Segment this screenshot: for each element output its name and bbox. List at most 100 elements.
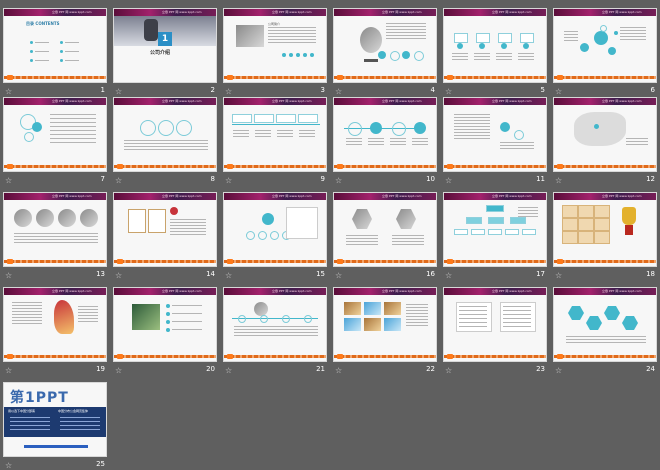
slide-preview[interactable]: 立鼎 PPT 网 www.1ppt.com — [443, 287, 547, 362]
grid-photo — [344, 302, 361, 315]
slide-preview[interactable]: 立鼎 PPT 网 www.1ppt.com — [333, 287, 437, 362]
slide-header-text: 立鼎 PPT 网 www.1ppt.com — [492, 10, 532, 14]
slide-preview[interactable]: 立鼎 PPT 网 www.1ppt.com — [443, 192, 547, 267]
map-shape — [574, 112, 626, 146]
slide-number: 21 — [316, 365, 325, 373]
slide-thumbnail[interactable]: 立鼎 PPT 网 www.1ppt.com ☆ 24 — [553, 287, 657, 375]
slide-preview[interactable]: 立鼎 PPT 网 www.1ppt.com — [3, 97, 107, 172]
text-line — [368, 141, 384, 142]
slide-thumbnail[interactable]: 立鼎 PPT 网 www.1ppt.com ☆ 14 — [113, 192, 217, 280]
toc-bullet — [60, 50, 63, 53]
circle-shape — [260, 315, 268, 323]
slide-preview[interactable]: 立鼎 PPT 网 www.1ppt.com — [223, 287, 327, 362]
text-line — [454, 138, 490, 139]
slide-thumbnail[interactable]: 立鼎 PPT 网 www.1ppt.com ☆ 9 — [223, 97, 327, 185]
slide-thumbnail[interactable]: 立鼎 PPT 网 www.1ppt.com ☆ 21 — [223, 287, 327, 375]
slide-thumbnail[interactable]: 立鼎 PPT 网 www.1ppt.com ☆ 8 — [113, 97, 217, 185]
slide-preview[interactable]: 立鼎 PPT 网 www.1ppt.com — [553, 8, 657, 83]
grid-photo — [364, 318, 381, 331]
slide-thumbnail[interactable]: 立鼎 PPT 网 www.1ppt.com ☆ 20 — [113, 287, 217, 375]
text-line — [234, 335, 318, 336]
org-node — [510, 217, 526, 224]
text-line — [14, 233, 98, 234]
text-line — [277, 136, 293, 137]
certificate — [148, 209, 166, 233]
slide-preview[interactable]: 立鼎 PPT 网 www.1ppt.com 1 公司介绍 — [113, 8, 217, 83]
slide-preview[interactable]: 立鼎 PPT 网 www.1ppt.com — [113, 287, 217, 362]
text-line — [406, 319, 428, 320]
slide-thumbnail[interactable]: 立鼎 PPT 网 www.1ppt.com ☆ 7 — [3, 97, 107, 185]
slide-thumbnail[interactable]: 立鼎 PPT 网 www.1ppt.com ☆ 17 — [443, 192, 547, 280]
text-line — [564, 34, 578, 35]
star-icon: ☆ — [445, 366, 453, 375]
slide-preview[interactable]: 立鼎 PPT 网 www.1ppt.com — [333, 97, 437, 172]
text-line — [268, 42, 316, 43]
text-line — [503, 310, 531, 311]
slide-thumbnail[interactable]: 立鼎 PPT 网 www.1ppt.com ☆ 4 — [333, 8, 437, 96]
slide-footer-bar — [114, 260, 216, 263]
slide-thumbnail[interactable]: 立鼎 PPT 网 www.1ppt.com ☆ 5 — [443, 8, 547, 96]
slide-preview[interactable]: 立鼎 PPT 网 www.1ppt.com — [113, 192, 217, 267]
slide-thumbnail[interactable]: 立鼎 PPT 网 www.1ppt.com ☆ 6 — [553, 8, 657, 96]
text-line — [172, 329, 202, 330]
cover-label: 中国分布公会网页集体 — [58, 409, 89, 413]
slide-thumbnail[interactable]: 立鼎 PPT 网 www.1ppt.com ☆ 12 — [553, 97, 657, 185]
circle-shape — [378, 51, 386, 59]
slide-preview[interactable]: 第1PPT 用以选下中国分部客 中国分布公会网页集体 — [3, 382, 107, 457]
text-line — [518, 216, 538, 217]
slide-preview[interactable]: 立鼎 PPT 网 www.1ppt.com — [553, 97, 657, 172]
text-line — [503, 314, 531, 315]
slide-header-text: 立鼎 PPT 网 www.1ppt.com — [272, 10, 312, 14]
slide-footer-bar — [444, 165, 546, 168]
circle-shape — [348, 122, 362, 136]
slide-header-text: 立鼎 PPT 网 www.1ppt.com — [52, 289, 92, 293]
slide-thumbnail[interactable]: 立鼎 PPT 网 www.1ppt.com ☆ 16 — [333, 192, 437, 280]
slide-thumbnail[interactable]: 立鼎 PPT 网 www.1ppt.com 1 公司介绍 ☆ 2 — [113, 8, 217, 96]
slide-preview[interactable]: 立鼎 PPT 网 www.1ppt.com 公司简介 — [223, 8, 327, 83]
slide-thumbnail[interactable]: 立鼎 PPT 网 www.1ppt.com ☆ 13 — [3, 192, 107, 280]
slide-preview[interactable]: 立鼎 PPT 网 www.1ppt.com — [223, 192, 327, 267]
text-line — [566, 339, 646, 340]
slide-number: 23 — [536, 365, 545, 373]
slide-preview[interactable]: 立鼎 PPT 网 www.1ppt.com — [553, 192, 657, 267]
slide-thumbnail[interactable]: 立鼎 PPT 网 www.1ppt.com ☆ 18 — [553, 192, 657, 280]
slide-preview[interactable]: 立鼎 PPT 网 www.1ppt.com — [333, 192, 437, 267]
slide-thumbnail[interactable]: 立鼎 PPT 网 www.1ppt.com ☆ 23 — [443, 287, 547, 375]
tile — [594, 231, 610, 244]
slide-preview[interactable]: 立鼎 PPT 网 www.1ppt.com — [333, 8, 437, 83]
slide-header-text: 立鼎 PPT 网 www.1ppt.com — [272, 99, 312, 103]
circle-shape — [500, 122, 510, 132]
slide-thumbnail[interactable]: 立鼎 PPT 网 www.1ppt.com ☆ 19 — [3, 287, 107, 375]
footer-logo-icon — [337, 164, 343, 169]
slide-preview[interactable]: 立鼎 PPT 网 www.1ppt.com — [3, 192, 107, 267]
slide-thumbnail[interactable]: 立鼎 PPT 网 www.1ppt.com 公司简介 ☆ 3 — [223, 8, 327, 96]
cover-label: 用以选下中国分部客 — [8, 409, 36, 413]
slide-thumbnail[interactable]: 立鼎 PPT 网 www.1ppt.com ☆ 10 — [333, 97, 437, 185]
circle-shape — [457, 43, 463, 49]
text-line — [268, 33, 316, 34]
slide-preview[interactable]: 立鼎 PPT 网 www.1ppt.com — [443, 8, 547, 83]
circle-shape — [296, 53, 300, 57]
slide-preview[interactable]: 立鼎 PPT 网 www.1ppt.com — [553, 287, 657, 362]
text-line — [454, 120, 490, 121]
slide-header-text: 立鼎 PPT 网 www.1ppt.com — [162, 10, 202, 14]
slide-thumbnail[interactable]: 立鼎 PPT 网 www.1ppt.com ☆ 15 — [223, 192, 327, 280]
text-line — [234, 326, 318, 327]
slide-preview[interactable]: 立鼎 PPT 网 www.1ppt.com — [443, 97, 547, 172]
hexagon-shape — [568, 306, 584, 320]
text-line — [496, 53, 512, 54]
slide-header-text: 立鼎 PPT 网 www.1ppt.com — [492, 99, 532, 103]
slide-preview[interactable]: 立鼎 PPT 网 www.1ppt.com — [3, 287, 107, 362]
slide-preview[interactable]: 立鼎 PPT 网 www.1ppt.com 目录 CONTENTS — [3, 8, 107, 83]
slide-thumbnail[interactable]: 立鼎 PPT 网 www.1ppt.com ☆ 22 — [333, 287, 437, 375]
slide-preview[interactable]: 立鼎 PPT 网 www.1ppt.com — [113, 97, 217, 172]
circle-shape — [600, 25, 607, 32]
circle-shape — [523, 43, 529, 49]
slide-thumbnail[interactable]: 立鼎 PPT 网 www.1ppt.com 目录 CONTENTS ☆ 1 — [3, 8, 107, 96]
footer-logo-icon — [557, 259, 563, 264]
slide-preview[interactable]: 立鼎 PPT 网 www.1ppt.com — [223, 97, 327, 172]
text-line — [518, 53, 534, 54]
hex-photo — [352, 209, 372, 229]
slide-thumbnail[interactable]: 第1PPT 用以选下中国分部客 中国分布公会网页集体 ☆ 25 — [3, 382, 107, 470]
slide-thumbnail[interactable]: 立鼎 PPT 网 www.1ppt.com ☆ 11 — [443, 97, 547, 185]
